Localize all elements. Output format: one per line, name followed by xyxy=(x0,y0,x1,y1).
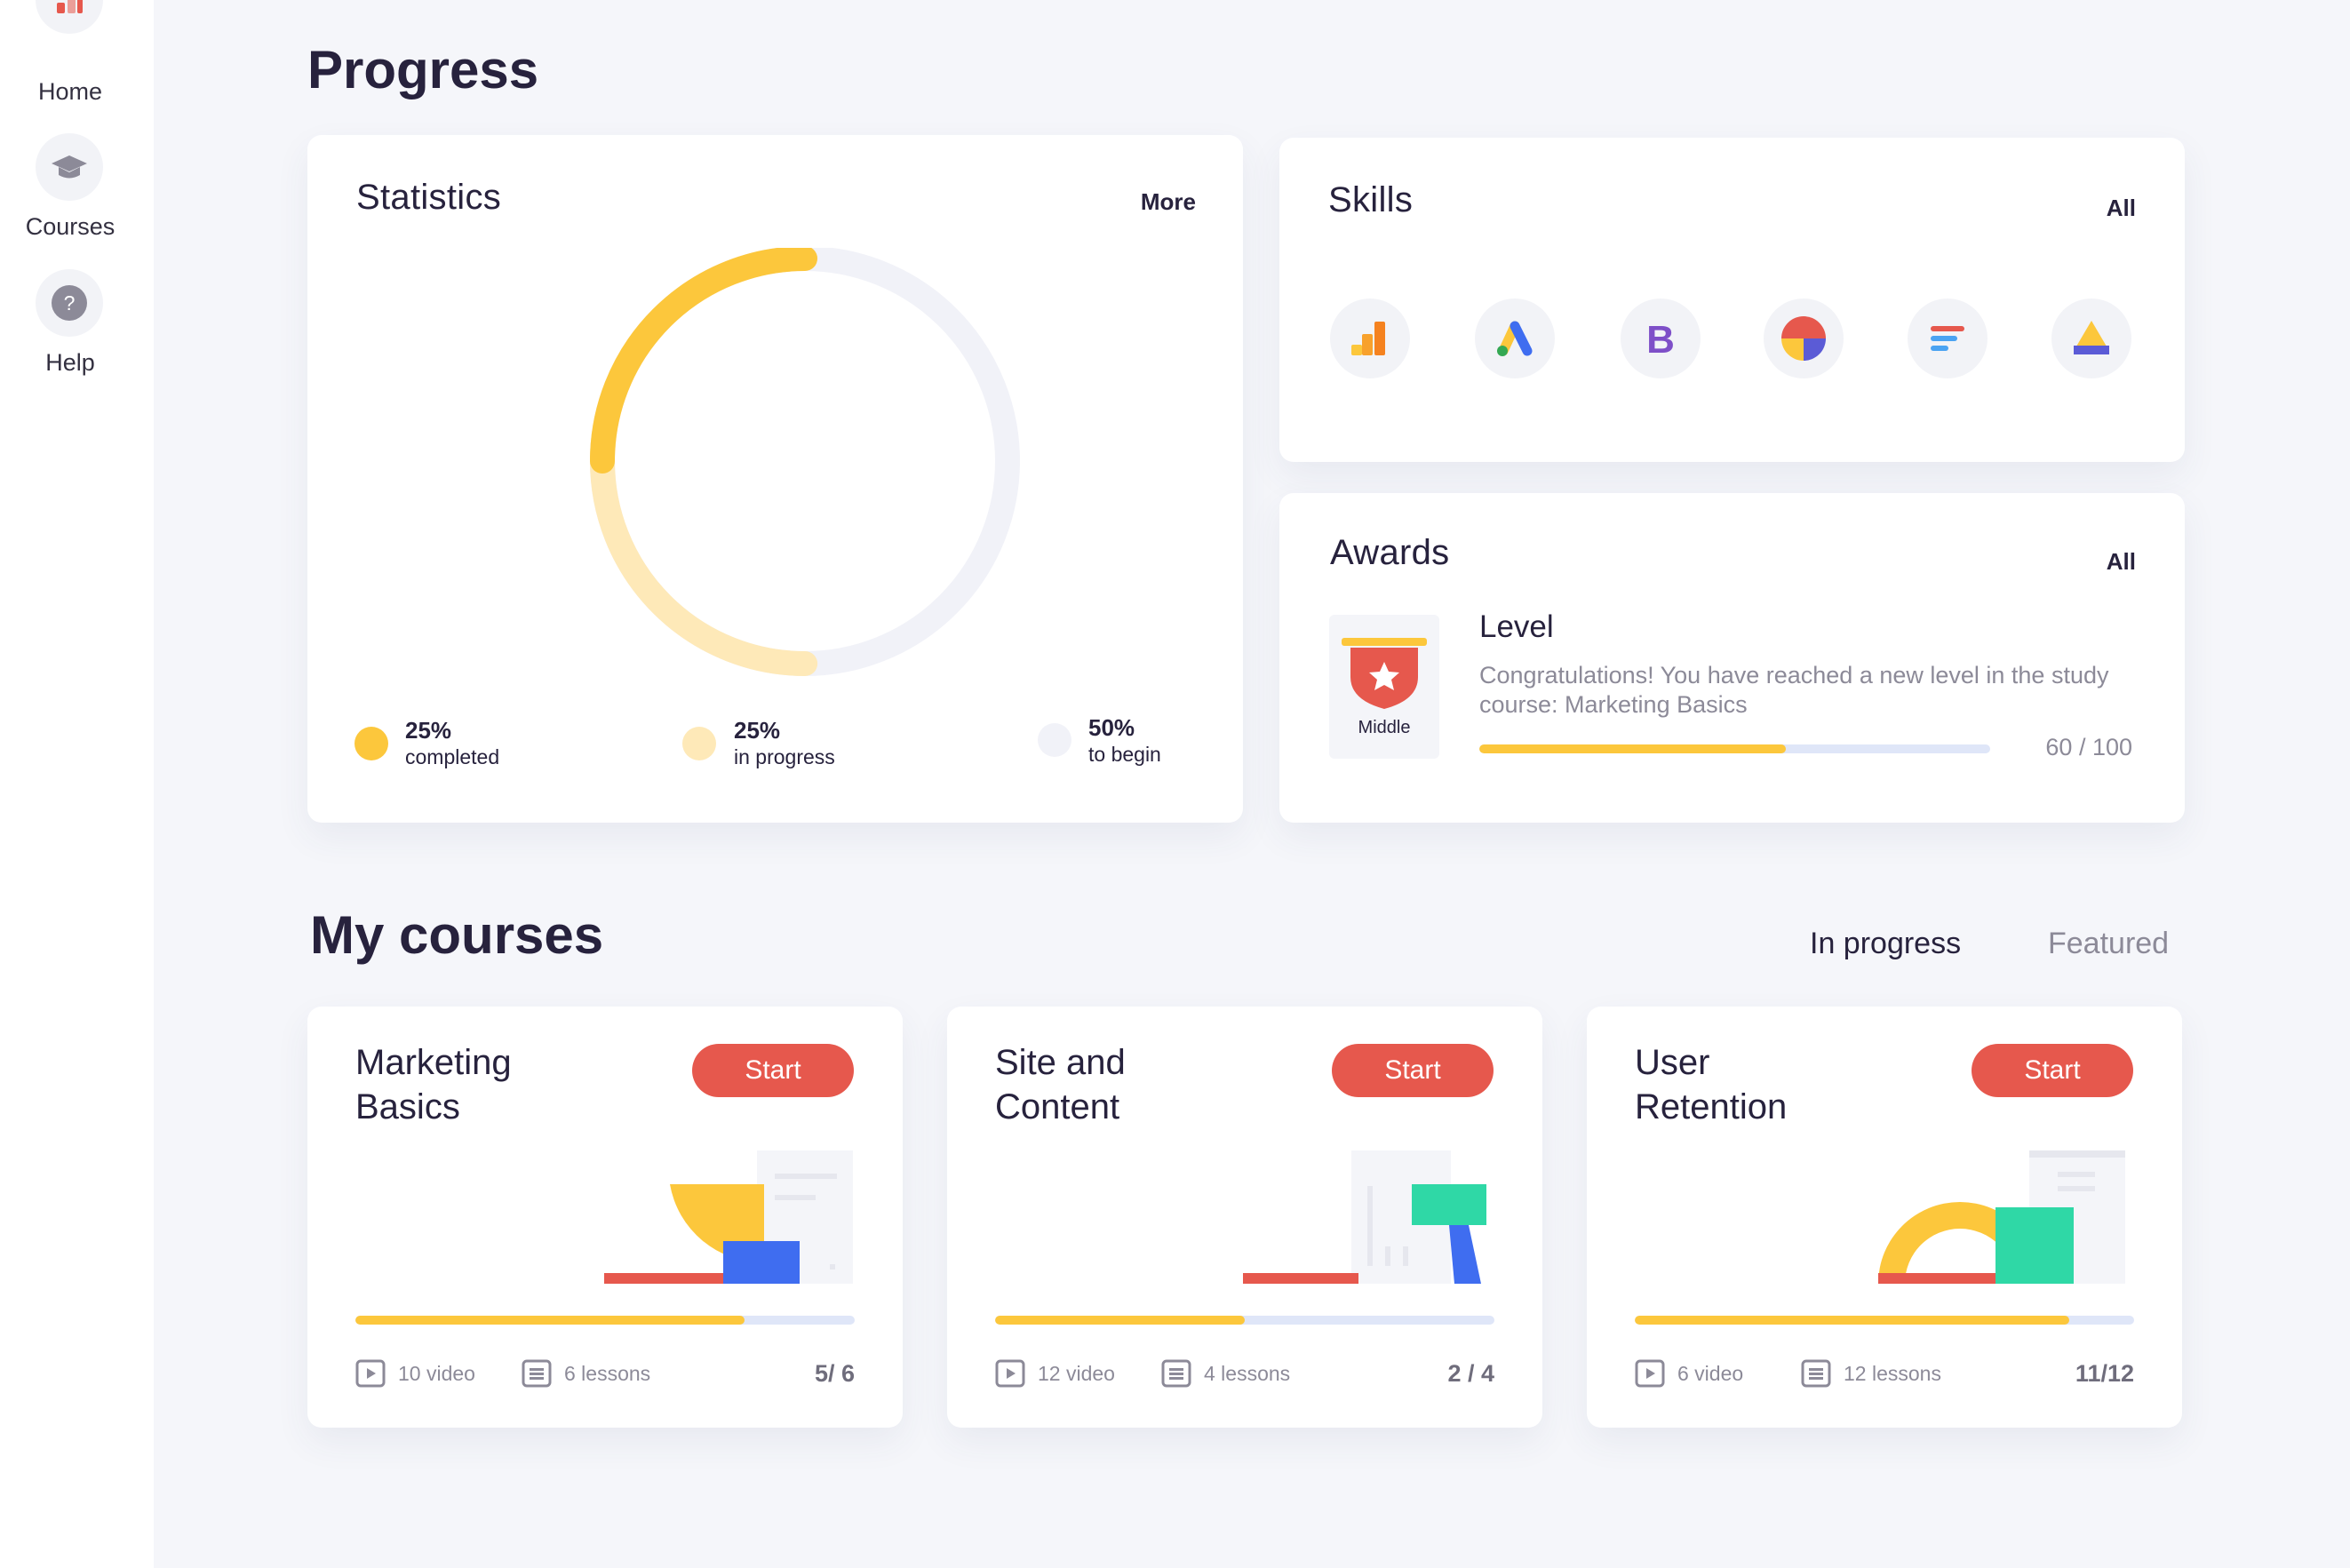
sidebar-item-label: Home xyxy=(37,78,103,105)
skills-card: Skills All xyxy=(1279,138,2185,462)
course-illustration xyxy=(1878,1150,2125,1284)
course-progress-count: 5/ 6 xyxy=(814,1360,855,1387)
skill-triangle-logo[interactable] xyxy=(2051,298,2131,378)
course-title: Marketing Basics xyxy=(355,1043,512,1126)
course-illustration xyxy=(604,1150,853,1284)
legend-label: to begin xyxy=(1088,743,1161,766)
bar-chart-icon xyxy=(57,0,83,13)
statistics-more-link[interactable]: More xyxy=(1141,188,1196,216)
award-description: Congratulations! You have reached a new … xyxy=(1479,662,2109,718)
graduation-cap-icon xyxy=(52,155,87,179)
badge-label: Middle xyxy=(1358,718,1411,737)
page-title: Progress xyxy=(307,40,539,99)
start-button[interactable]: Start xyxy=(692,1044,854,1097)
skill-google-ads[interactable] xyxy=(1475,298,1555,378)
award-badge[interactable]: Middle xyxy=(1329,615,1439,759)
sidebar: Home Courses ? Help xyxy=(0,0,154,1568)
svg-text:?: ? xyxy=(64,291,76,314)
skill-pie-chart[interactable] xyxy=(1764,298,1844,378)
text-lines-icon xyxy=(1931,326,1964,351)
course-progress-fill xyxy=(995,1316,1245,1325)
tab-featured[interactable]: Featured xyxy=(2048,927,2169,961)
legend-percent: 50% xyxy=(1088,714,1135,741)
list-icon xyxy=(1161,1359,1191,1388)
legend-label: completed xyxy=(405,745,500,768)
statistics-card: Statistics More 25% completed 25% in pro… xyxy=(307,135,1243,823)
award-progress-bar xyxy=(1479,744,1990,753)
course-title: Site and Content xyxy=(995,1043,1126,1126)
course-card-site-and-content[interactable]: Site and Content Start 12 video 4 lesson… xyxy=(947,1007,1542,1428)
tab-in-progress[interactable]: In progress xyxy=(1810,927,1961,961)
course-lesson-count: 6 lessons xyxy=(522,1357,650,1389)
course-title: User Retention xyxy=(1635,1043,1788,1126)
skills-all-link[interactable]: All xyxy=(2107,195,2136,222)
svg-text:B: B xyxy=(1646,318,1675,360)
play-icon xyxy=(355,1359,386,1388)
sidebar-item-label: Courses xyxy=(25,213,116,240)
help-icon-circle: ? xyxy=(36,269,103,337)
video-count-text: 6 video xyxy=(1677,1361,1744,1385)
my-courses-title: My courses xyxy=(310,905,604,965)
course-card-marketing-basics[interactable]: Marketing Basics Start 10 video 6 lesson… xyxy=(307,1007,903,1428)
course-video-count: 10 video xyxy=(355,1357,475,1389)
statistics-title: Statistics xyxy=(356,178,502,217)
legend-dot-to-begin xyxy=(1038,723,1071,757)
google-analytics-icon xyxy=(1351,322,1385,355)
course-progress-count: 11/12 xyxy=(2075,1360,2134,1387)
course-progress-bar xyxy=(1635,1316,2134,1325)
video-count-text: 10 video xyxy=(398,1361,475,1385)
awards-title: Awards xyxy=(1330,533,1450,572)
start-button[interactable]: Start xyxy=(1332,1044,1494,1097)
pie-chart-icon xyxy=(1781,316,1826,361)
course-video-count: 12 video xyxy=(995,1357,1115,1389)
award-level-title: Level xyxy=(1479,609,1554,644)
course-progress-count: 2 / 4 xyxy=(1447,1360,1494,1387)
skill-text-lines[interactable] xyxy=(1908,298,1988,378)
lesson-count-text: 6 lessons xyxy=(564,1361,651,1385)
courses-icon-circle xyxy=(36,133,103,201)
play-icon xyxy=(995,1359,1025,1388)
shield-star-icon xyxy=(1342,638,1427,709)
course-card-user-retention[interactable]: User Retention Start 6 video 12 lessons … xyxy=(1587,1007,2182,1428)
course-lesson-count: 12 lessons xyxy=(1801,1357,1941,1389)
lesson-count-text: 4 lessons xyxy=(1204,1361,1291,1385)
course-progress-fill xyxy=(355,1316,745,1325)
legend-dot-in-progress xyxy=(682,727,716,760)
award-progress-text: 60 / 100 xyxy=(2045,734,2132,760)
legend-percent: 25% xyxy=(405,717,452,744)
award-progress-fill xyxy=(1479,744,1786,753)
legend-label: in progress xyxy=(734,745,835,768)
list-icon xyxy=(1801,1359,1831,1388)
list-icon xyxy=(522,1359,552,1388)
triangle-logo-icon xyxy=(2074,321,2109,354)
play-icon xyxy=(1635,1359,1665,1388)
start-button[interactable]: Start xyxy=(1972,1044,2133,1097)
bootstrap-icon: B xyxy=(1646,318,1675,360)
google-ads-icon xyxy=(1497,321,1533,356)
sidebar-item-label: Help xyxy=(45,349,95,376)
statistics-donut-chart xyxy=(590,248,1020,676)
video-count-text: 12 video xyxy=(1038,1361,1115,1385)
skill-google-analytics[interactable] xyxy=(1330,298,1410,378)
question-icon: ? xyxy=(52,285,87,321)
course-progress-fill xyxy=(1635,1316,2069,1325)
awards-all-link[interactable]: All xyxy=(2107,548,2136,576)
legend-percent: 25% xyxy=(734,717,781,744)
legend-dot-completed xyxy=(354,727,388,760)
course-progress-bar xyxy=(355,1316,855,1325)
lesson-count-text: 12 lessons xyxy=(1844,1361,1941,1385)
skills-title: Skills xyxy=(1328,180,1414,219)
skill-bootstrap[interactable]: B xyxy=(1621,298,1701,378)
course-video-count: 6 video xyxy=(1635,1357,1743,1389)
home-icon-circle xyxy=(36,0,103,34)
course-lesson-count: 4 lessons xyxy=(1161,1357,1290,1389)
course-progress-bar xyxy=(995,1316,1494,1325)
course-illustration xyxy=(1243,1150,1486,1284)
